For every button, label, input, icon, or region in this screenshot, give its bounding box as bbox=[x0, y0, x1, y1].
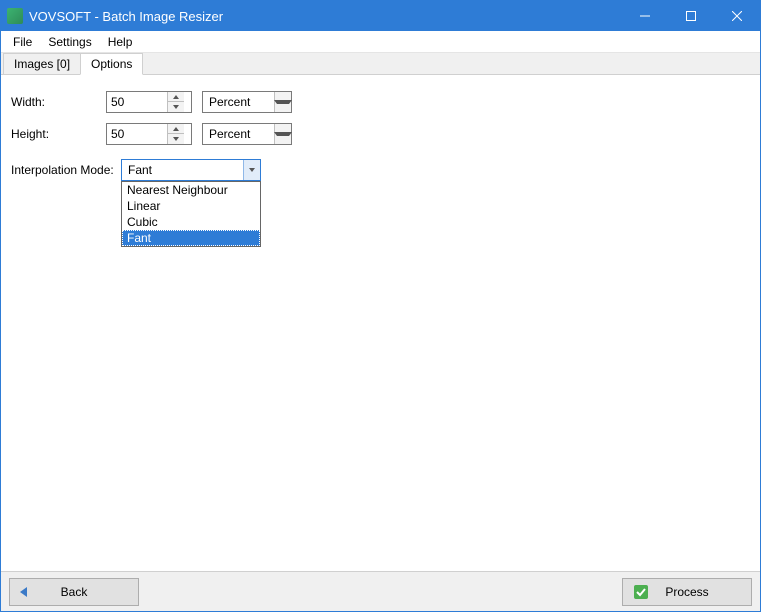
interpolation-select[interactable]: Fant Nearest Neighbour Linear Cubic Fant bbox=[121, 159, 261, 181]
tab-images[interactable]: Images [0] bbox=[3, 53, 81, 74]
height-unit-value: Percent bbox=[203, 127, 274, 141]
maximize-button[interactable] bbox=[668, 1, 714, 31]
interpolation-option-cubic[interactable]: Cubic bbox=[122, 214, 260, 230]
height-spinner[interactable] bbox=[106, 123, 192, 145]
width-unit-value: Percent bbox=[203, 95, 274, 109]
chevron-down-icon bbox=[274, 100, 292, 104]
interpolation-option-fant[interactable]: Fant bbox=[122, 230, 260, 246]
height-unit-select[interactable]: Percent bbox=[202, 123, 292, 145]
tabstrip: Images [0] Options bbox=[1, 53, 760, 75]
check-icon bbox=[633, 584, 649, 600]
chevron-down-icon bbox=[274, 132, 292, 136]
height-spin-up[interactable] bbox=[168, 124, 184, 134]
close-button[interactable] bbox=[714, 1, 760, 31]
titlebar: VOVSOFT - Batch Image Resizer bbox=[1, 1, 760, 31]
minimize-button[interactable] bbox=[622, 1, 668, 31]
chevron-up-icon bbox=[173, 127, 179, 131]
chevron-down-icon bbox=[173, 105, 179, 109]
menubar: File Settings Help bbox=[1, 31, 760, 53]
back-button[interactable]: Back bbox=[9, 578, 139, 606]
height-unit-dropdown-button[interactable] bbox=[274, 124, 291, 144]
interpolation-value: Fant bbox=[122, 163, 243, 177]
menu-help[interactable]: Help bbox=[100, 33, 141, 51]
width-unit-dropdown-button[interactable] bbox=[274, 92, 291, 112]
interpolation-option-nearest[interactable]: Nearest Neighbour bbox=[122, 182, 260, 198]
interpolation-option-linear[interactable]: Linear bbox=[122, 198, 260, 214]
interpolation-label: Interpolation Mode: bbox=[11, 163, 121, 177]
width-label: Width: bbox=[11, 95, 106, 109]
height-input[interactable] bbox=[107, 127, 167, 141]
width-spin-down[interactable] bbox=[168, 102, 184, 112]
arrow-left-icon bbox=[20, 587, 27, 597]
window-title: VOVSOFT - Batch Image Resizer bbox=[29, 9, 223, 24]
chevron-down-icon bbox=[249, 168, 255, 172]
menu-settings[interactable]: Settings bbox=[40, 33, 99, 51]
main-window: VOVSOFT - Batch Image Resizer File Setti… bbox=[0, 0, 761, 612]
options-panel: Width: Percent Height: bbox=[1, 75, 760, 571]
process-button[interactable]: Process bbox=[622, 578, 752, 606]
chevron-up-icon bbox=[173, 95, 179, 99]
menu-file[interactable]: File bbox=[5, 33, 40, 51]
tab-options[interactable]: Options bbox=[80, 53, 143, 75]
width-input[interactable] bbox=[107, 95, 167, 109]
interpolation-dropdown-button[interactable] bbox=[243, 160, 260, 180]
footer: Back Process bbox=[1, 571, 760, 611]
app-icon bbox=[7, 8, 23, 24]
process-button-label: Process bbox=[665, 585, 708, 599]
height-spin-down[interactable] bbox=[168, 134, 184, 144]
width-unit-select[interactable]: Percent bbox=[202, 91, 292, 113]
width-spinner[interactable] bbox=[106, 91, 192, 113]
height-label: Height: bbox=[11, 127, 106, 141]
interpolation-dropdown-list: Nearest Neighbour Linear Cubic Fant bbox=[121, 181, 261, 247]
width-spin-up[interactable] bbox=[168, 92, 184, 102]
back-button-label: Back bbox=[61, 585, 88, 599]
chevron-down-icon bbox=[173, 137, 179, 141]
